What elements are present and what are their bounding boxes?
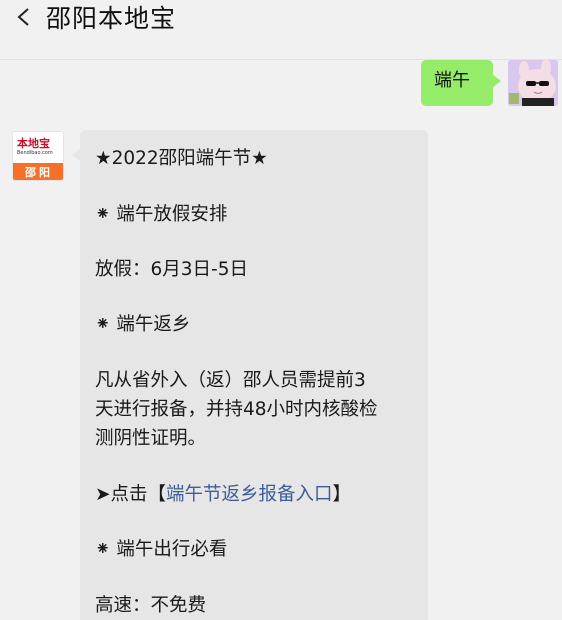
message-line: ⁕ 端午出行必看 xyxy=(95,539,228,560)
logo-brand-text: 本地宝 xyxy=(17,137,50,150)
message-line: 凡从省外入（返）邵人员需提前3 xyxy=(95,370,366,391)
outgoing-message-text: 端午 xyxy=(434,70,470,91)
chat-header: 邵阳本地宝 xyxy=(0,0,562,60)
logo-top-panel: 本地宝 Bendibao.com xyxy=(13,132,63,163)
message-line: ⁕ 端午返乡 xyxy=(95,314,191,335)
logo-city-label: 邵阳 xyxy=(13,163,63,180)
user-avatar-image xyxy=(508,60,558,106)
message-line: 高速：不免费 xyxy=(95,595,207,616)
message-line: ⁕ 端午放假安排 xyxy=(95,204,228,225)
outgoing-message-bubble[interactable]: 端午 xyxy=(421,60,501,106)
message-line-with-link: ➤点击【端午节返乡报备入口】 xyxy=(95,480,351,506)
message-line: 放假：6月3日-5日 xyxy=(95,259,248,280)
back-arrow-icon[interactable] xyxy=(14,6,34,28)
incoming-message-bubble[interactable]: ★2022邵阳端午节★ ⁕ 端午放假安排 放假：6月3日-5日 ⁕ 端午返乡 凡… xyxy=(72,130,428,620)
message-line: 测阴性证明。 xyxy=(95,428,207,449)
user-avatar[interactable] xyxy=(508,60,558,106)
return-registration-link[interactable]: 端午节返乡报备入口 xyxy=(166,484,333,505)
link-prefix-text: ➤点击【 xyxy=(95,484,167,505)
chat-title: 邵阳本地宝 xyxy=(46,4,177,33)
link-suffix-text: 】 xyxy=(332,484,352,505)
message-line: 天进行报备，并持48小时内核酸检 xyxy=(95,399,378,420)
message-line: ★2022邵阳端午节★ xyxy=(95,148,268,169)
official-account-avatar[interactable]: 本地宝 Bendibao.com 邵阳 xyxy=(12,131,64,181)
logo-url-text: Bendibao.com xyxy=(17,150,53,156)
